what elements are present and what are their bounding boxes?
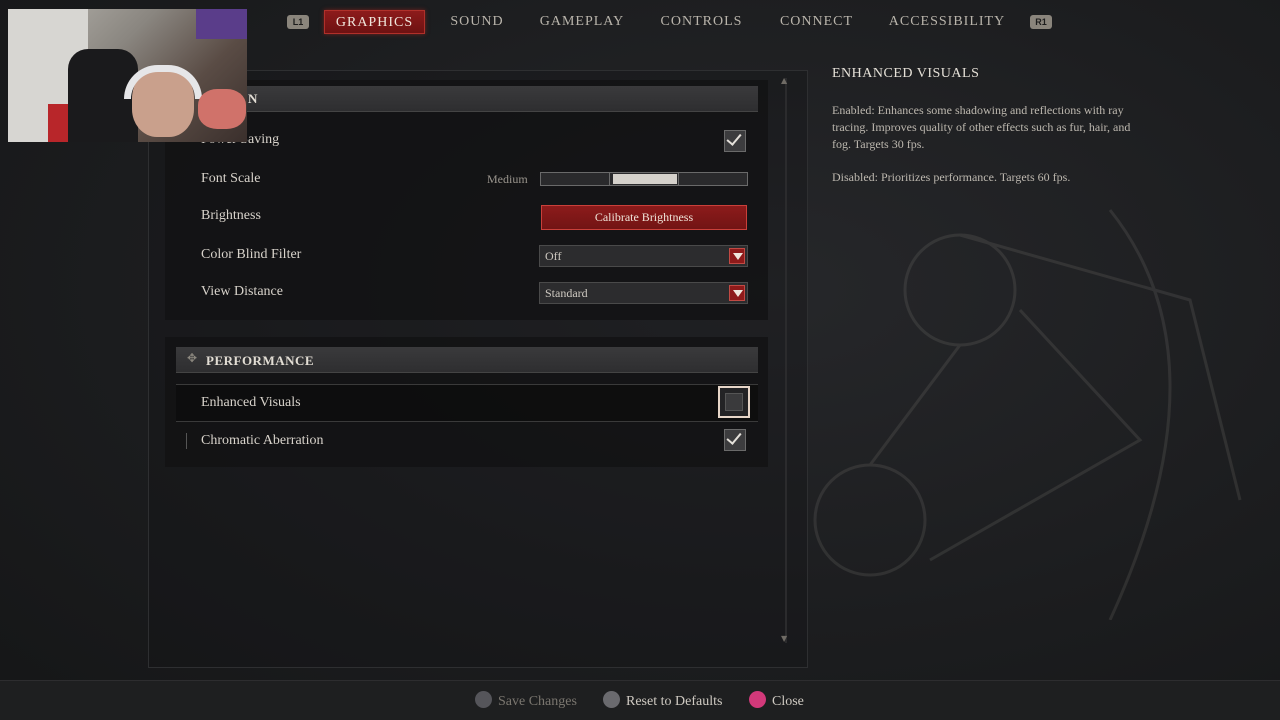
color-blind-filter-value: Off [545,249,562,263]
display-group-header [176,86,758,112]
checkmark-icon [726,130,742,146]
circle-button-icon [749,691,766,708]
section-diamond-icon: ✥ [187,351,198,365]
view-distance-dropdown[interactable]: Standard [539,282,748,304]
slider-knob[interactable] [613,174,677,184]
r1-bumper-icon[interactable]: R1 [1030,15,1052,29]
save-changes-label: Save Changes [498,694,577,709]
calibrate-brightness-button[interactable]: Calibrate Brightness [541,205,747,230]
bottom-bar: Save Changes Reset to Defaults Close [0,680,1280,720]
enhanced-visuals-checkbox[interactable] [718,386,750,418]
row-marker [186,433,187,449]
power-saving-checkbox[interactable] [724,130,746,152]
checkmark-icon [726,429,742,445]
tab-gameplay[interactable]: GAMEPLAY [537,10,627,34]
info-title: ENHANCED VISUALS [832,66,980,81]
scroll-up-icon[interactable]: ▲ [781,76,787,85]
close-label: Close [772,694,804,709]
chromatic-aberration-checkbox[interactable] [724,429,746,451]
divider [176,421,758,422]
chevron-down-icon[interactable] [729,285,745,301]
scroll-down-icon[interactable]: ▼ [781,634,787,643]
info-disabled-text: Disabled: Prioritizes performance. Targe… [832,170,1071,184]
triangle-button-icon [475,691,492,708]
tab-controls[interactable]: CONTROLS [657,10,746,34]
save-changes-button[interactable]: Save Changes [475,691,577,711]
font-scale-value: Medium [487,172,528,186]
chevron-down-icon[interactable] [729,248,745,264]
l1-bumper-icon[interactable]: L1 [287,15,309,29]
enhanced-visuals-label: Enhanced Visuals [201,395,301,410]
tab-graphics[interactable]: GRAPHICS [324,10,425,34]
font-scale-slider[interactable] [540,172,748,186]
color-blind-filter-label: Color Blind Filter [201,247,302,262]
view-distance-value: Standard [545,286,588,300]
tab-accessibility[interactable]: ACCESSIBILITY [888,10,1006,34]
view-distance-label: View Distance [201,284,283,299]
performance-group-title: PERFORMANCE [206,353,315,368]
square-button-icon [603,691,620,708]
tab-sound[interactable]: SOUND [446,10,508,34]
reset-to-defaults-label: Reset to Defaults [626,694,723,709]
info-enabled-text: Enabled: Enhances some shadowing and ref… [832,103,1131,151]
sigil-background-icon [813,209,1242,620]
display-group-title: N [248,91,258,106]
scrollbar[interactable] [785,78,787,643]
font-scale-label: Font Scale [201,171,261,186]
tab-connect[interactable]: CONNECT [775,10,858,34]
brightness-label: Brightness [201,208,261,223]
close-button[interactable]: Close [749,691,804,711]
reset-to-defaults-button[interactable]: Reset to Defaults [603,691,722,711]
chromatic-aberration-label: Chromatic Aberration [201,433,324,448]
webcam-overlay [8,9,247,142]
color-blind-filter-dropdown[interactable]: Off [539,245,748,267]
